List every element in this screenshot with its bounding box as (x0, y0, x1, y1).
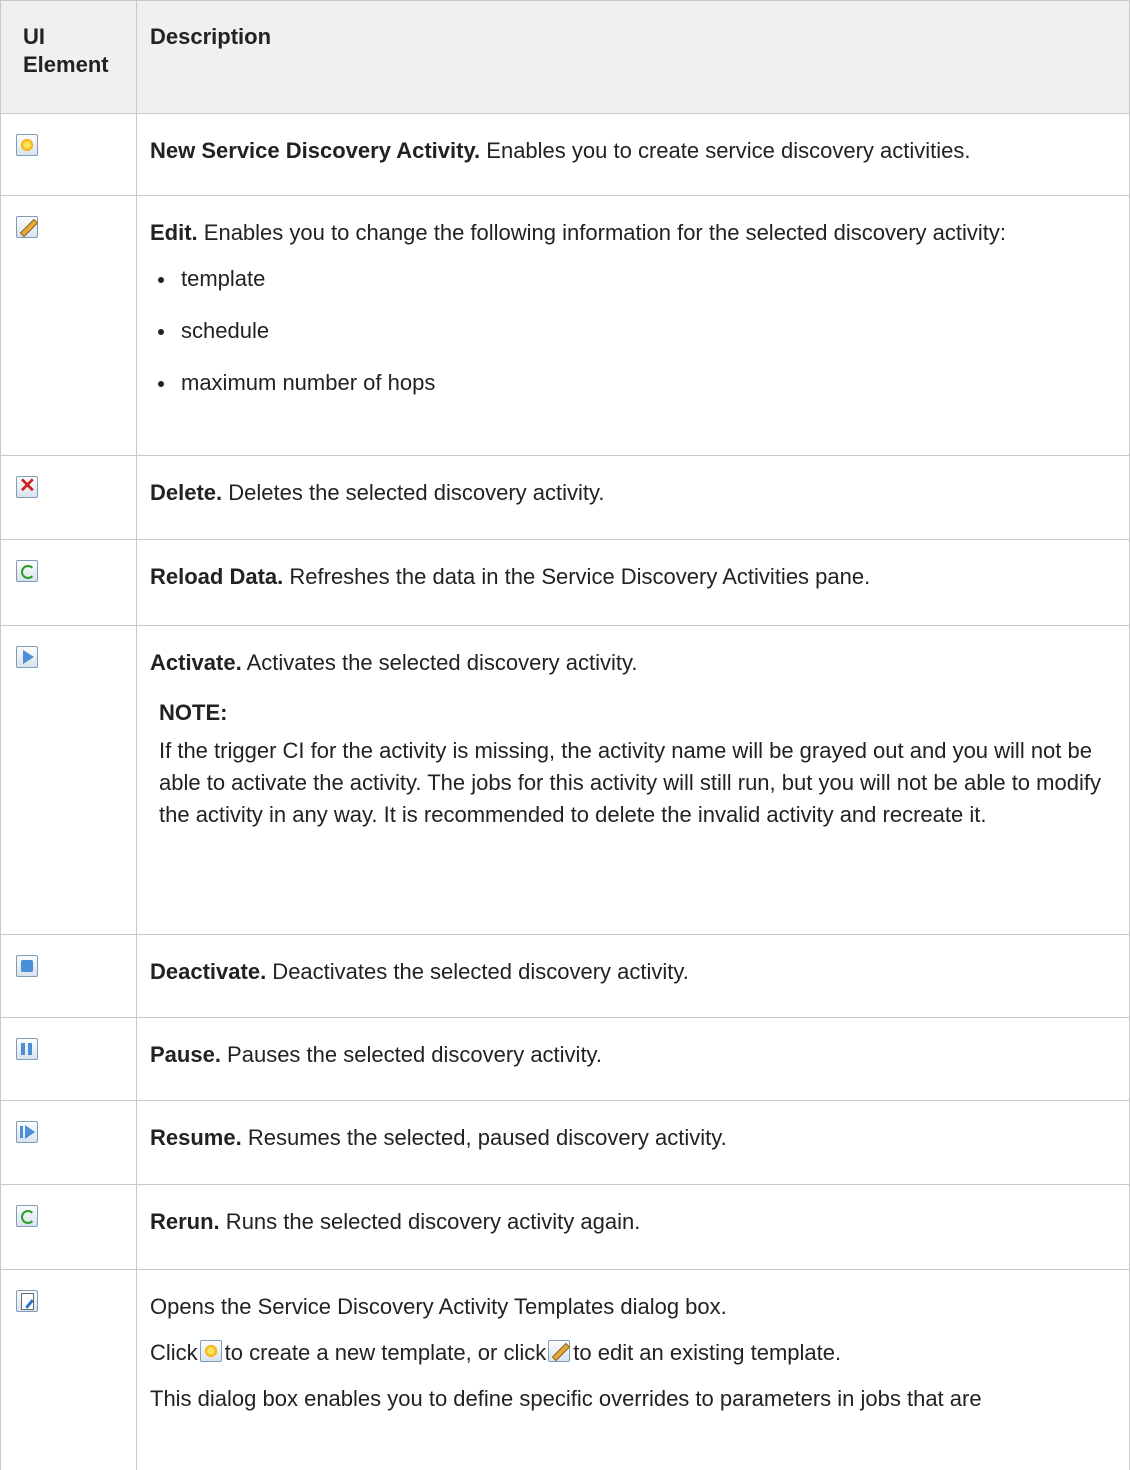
resume-icon (16, 1121, 38, 1143)
icon-cell (0, 539, 137, 626)
table-row: New Service Discovery Activity. Enables … (0, 113, 1130, 196)
new-star-icon (199, 1340, 222, 1362)
reload-icon (16, 560, 38, 582)
description-cell: Reload Data. Refreshes the data in the S… (136, 539, 1130, 626)
list-item: schedule (150, 317, 1119, 345)
element-name: Edit. (150, 220, 198, 245)
list-item: template (150, 265, 1119, 293)
table-row: Reload Data. Refreshes the data in the S… (0, 539, 1130, 626)
element-description: Pauses the selected discovery activity. (220, 1042, 603, 1067)
table-row: Activate. Activates the selected discove… (0, 625, 1130, 935)
icon-cell (0, 1100, 137, 1185)
new-star-icon (16, 134, 38, 156)
element-description: Enables you to change the following info… (197, 220, 1006, 245)
element-description: Refreshes the data in the Service Discov… (283, 564, 871, 589)
activate-play-icon (16, 646, 38, 668)
description-cell: Edit. Enables you to change the followin… (136, 195, 1130, 456)
icon-cell (0, 1017, 137, 1101)
icon-cell (0, 195, 137, 456)
pause-icon (16, 1038, 38, 1060)
element-description: Deletes the selected discovery activity. (222, 480, 605, 505)
ui-elements-table: UI Element Description New Service Disco… (0, 0, 1130, 1470)
header-description: Description (136, 0, 1130, 114)
table-row: Edit. Enables you to change the followin… (0, 195, 1130, 456)
icon-cell (0, 625, 137, 935)
description-cell: Resume. Resumes the selected, paused dis… (136, 1100, 1130, 1185)
edit-options-list: template schedule maximum number of hops (150, 265, 1119, 397)
description-cell: Deactivate. Deactivates the selected dis… (136, 934, 1130, 1018)
description-cell: Activate. Activates the selected discove… (136, 625, 1130, 935)
element-description: Runs the selected discovery activity aga… (219, 1209, 641, 1234)
table-row: Deactivate. Deactivates the selected dis… (0, 934, 1130, 1018)
rerun-icon (16, 1205, 38, 1227)
header-ui-element: UI Element (0, 0, 137, 114)
icon-cell: ✕ (0, 455, 137, 540)
element-description: Deactivates the selected discovery activ… (266, 959, 689, 984)
templates-line-2: Click to create a new template, or click t… (150, 1340, 842, 1365)
element-description: Activates the selected discovery activit… (241, 650, 638, 675)
delete-x-icon: ✕ (16, 475, 38, 498)
description-cell: Pause. Pauses the selected discovery act… (136, 1017, 1130, 1101)
element-name: Deactivate. (150, 959, 267, 984)
icon-cell (0, 1269, 137, 1470)
element-name: Reload Data. (150, 564, 284, 589)
description-cell: New Service Discovery Activity. Enables … (136, 113, 1130, 196)
element-description: Enables you to create service discovery … (480, 138, 971, 163)
table-row: Pause. Pauses the selected discovery act… (0, 1017, 1130, 1101)
templates-line-3: This dialog box enables you to define sp… (150, 1386, 982, 1411)
note-text: If the trigger CI for the activity is mi… (159, 738, 1101, 827)
table-row: Resume. Resumes the selected, paused dis… (0, 1100, 1130, 1185)
templates-icon (16, 1290, 38, 1312)
note-label: NOTE: (159, 700, 228, 725)
table-row: ✕ Delete. Deletes the selected discovery… (0, 455, 1130, 540)
icon-cell (0, 113, 137, 196)
element-description: Resumes the selected, paused discovery a… (241, 1125, 727, 1150)
description-cell: Delete. Deletes the selected discovery a… (136, 455, 1130, 540)
description-cell: Opens the Service Discovery Activity Tem… (136, 1269, 1130, 1470)
element-name: Delete. (150, 480, 223, 505)
deactivate-stop-icon (16, 955, 38, 977)
edit-pencil-icon (16, 216, 39, 238)
description-cell: Rerun. Runs the selected discovery activ… (136, 1184, 1130, 1270)
templates-line-1: Opens the Service Discovery Activity Tem… (150, 1294, 727, 1319)
table-row: Rerun. Runs the selected discovery activ… (0, 1184, 1130, 1270)
table-header-row: UI Element Description (0, 0, 1130, 114)
edit-pencil-icon (548, 1340, 571, 1362)
element-name: Resume. (150, 1125, 242, 1150)
element-name: New Service Discovery Activity. (150, 138, 481, 163)
element-name: Rerun. (150, 1209, 220, 1234)
list-item: maximum number of hops (150, 369, 1119, 397)
icon-cell (0, 934, 137, 1018)
note-block: NOTE: If the trigger CI for the activity… (159, 699, 1119, 831)
table-row: Opens the Service Discovery Activity Tem… (0, 1269, 1130, 1470)
element-name: Pause. (150, 1042, 221, 1067)
element-name: Activate. (150, 650, 242, 675)
icon-cell (0, 1184, 137, 1270)
